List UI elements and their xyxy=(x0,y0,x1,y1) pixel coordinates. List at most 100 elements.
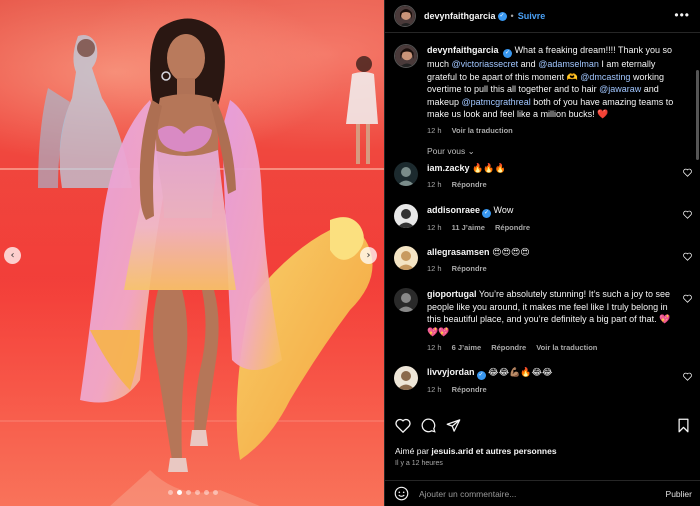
verified-badge-icon: ✓ xyxy=(497,11,507,21)
caption-mention-link[interactable]: @dmcasting xyxy=(580,72,630,82)
liked-by-suffix[interactable]: et autres personnes xyxy=(473,446,557,456)
caption-author-avatar[interactable] xyxy=(394,44,418,68)
post-side-panel: devynfaithgarcia ✓ • Suivre ••• devynfai… xyxy=(384,0,700,506)
comment-like-heart-icon[interactable] xyxy=(683,294,692,303)
commenter-avatar[interactable] xyxy=(394,246,418,270)
comment-reply-button[interactable]: Répondre xyxy=(452,384,487,397)
more-options-icon[interactable]: ••• xyxy=(674,8,690,22)
post-header: devynfaithgarcia ✓ • Suivre ••• xyxy=(385,0,700,33)
comment-text: 🔥🔥🔥 xyxy=(472,163,506,173)
caption-time: 12 h xyxy=(427,125,442,135)
caption-text: What a freaking dream!!!! Thank you so m… xyxy=(427,45,673,119)
post-timestamp: Il y a 12 heures xyxy=(395,460,443,467)
caption-row: devynfaithgarcia ✓ What a freaking dream… xyxy=(394,44,692,137)
caption-mention-link[interactable]: @adamselman xyxy=(538,59,599,69)
caption-mention-link[interactable]: @jawaraw xyxy=(599,84,641,94)
verified-badge-icon: ✓ xyxy=(476,371,486,380)
carousel-dot xyxy=(213,490,218,495)
caption-mention-link[interactable]: @patmcgrathreal xyxy=(462,97,531,107)
caption-translate-link[interactable]: Voir la traduction xyxy=(452,125,513,138)
emoji-smiley-icon[interactable] xyxy=(394,486,409,501)
author-username[interactable]: devynfaithgarcia xyxy=(424,11,496,21)
post-actions-bar xyxy=(395,418,691,436)
comment-reply-button[interactable]: Répondre xyxy=(452,179,487,192)
commenter-avatar[interactable] xyxy=(394,162,418,186)
comments-scrollbar[interactable] xyxy=(696,70,699,160)
comment-meta: 12 h 6 J’aime Répondre Voir la traduction xyxy=(427,342,679,355)
caption-mention-link[interactable]: @victoriassecret xyxy=(452,59,519,69)
comment-body: livvyjordan ✓ 😂😂💪🏽🔥😂😂 12 h Répondre xyxy=(427,366,679,397)
author-avatar[interactable] xyxy=(394,5,416,27)
commenter-avatar[interactable] xyxy=(394,204,418,228)
comment-body: gioportugal You’re absolutely stunning! … xyxy=(427,288,679,355)
instagram-post-view: ‹ › devynfaithgarcia ✓ • Suivre ••• devy… xyxy=(0,0,700,506)
caption-author-username[interactable]: devynfaithgarcia xyxy=(427,45,499,55)
comment-time: 12 h xyxy=(427,385,442,394)
carousel-next-button[interactable]: › xyxy=(360,247,377,264)
comment-bubble-icon[interactable] xyxy=(421,418,436,433)
comment-reply-button[interactable]: Répondre xyxy=(495,222,530,235)
carousel-dot xyxy=(168,490,173,495)
comment-like-heart-icon[interactable] xyxy=(683,372,692,381)
comments-scroll-area[interactable]: devynfaithgarcia ✓ What a freaking dream… xyxy=(385,34,700,410)
comment-body: addisonraee ✓ Wow 12 h 11 J’aime Répondre xyxy=(427,204,679,235)
share-paper-plane-icon[interactable] xyxy=(446,418,461,433)
caption-body: devynfaithgarcia ✓ What a freaking dream… xyxy=(427,44,679,137)
carousel-dot xyxy=(186,490,191,495)
carousel-dot xyxy=(204,490,209,495)
caption-text-segment: and xyxy=(518,59,539,69)
comment-like-heart-icon[interactable] xyxy=(683,210,692,219)
carousel-dot xyxy=(195,490,200,495)
chevron-down-icon: ⌄ xyxy=(467,146,475,156)
caption-meta: 12 h Voir la traduction xyxy=(427,125,679,138)
comment-input[interactable] xyxy=(419,488,639,499)
comment-row: livvyjordan ✓ 😂😂💪🏽🔥😂😂 12 h Répondre xyxy=(394,366,692,397)
verified-badge-icon: ✓ xyxy=(482,209,492,218)
comment-text: Wow xyxy=(493,205,514,215)
comment-row: allegrasamsen 😍😍😍😍 12 h Répondre xyxy=(394,246,692,275)
comment-meta: 12 h Répondre xyxy=(427,384,679,397)
comment-like-count[interactable]: 11 J’aime xyxy=(452,222,485,235)
comment-row: gioportugal You’re absolutely stunning! … xyxy=(394,288,692,355)
comment-like-heart-icon[interactable] xyxy=(683,252,692,261)
verified-badge-icon: ✓ xyxy=(503,49,513,58)
commenter-username[interactable]: gioportugal xyxy=(427,289,477,299)
commenter-username[interactable]: livvyjordan xyxy=(427,367,475,377)
comment-row: iam.zacky 🔥🔥🔥 12 h Répondre xyxy=(394,162,692,191)
comment-like-heart-icon[interactable] xyxy=(683,168,692,177)
carousel-dots xyxy=(168,490,218,495)
publish-comment-button[interactable]: Publier xyxy=(666,489,692,499)
commenter-username[interactable]: iam.zacky xyxy=(427,163,470,173)
comment-time: 12 h xyxy=(427,223,442,232)
like-heart-icon[interactable] xyxy=(395,418,411,433)
comment-translate-link[interactable]: Voir la traduction xyxy=(536,342,597,355)
carousel-prev-button[interactable]: ‹ xyxy=(4,247,21,264)
liked-by-summary[interactable]: Aimé par jesuis.arid et autres personnes xyxy=(395,446,557,456)
commenter-username[interactable]: allegrasamsen xyxy=(427,247,490,257)
comment-filter-dropdown[interactable]: Pour vous ⌄ xyxy=(427,146,475,157)
comment-text: 😍😍😍😍 xyxy=(492,247,530,257)
comment-reply-button[interactable]: Répondre xyxy=(452,263,487,276)
comment-text: 😂😂💪🏽🔥😂😂 xyxy=(488,367,553,377)
commenter-username[interactable]: addisonraee xyxy=(427,205,480,215)
comment-time: 12 h xyxy=(427,343,442,352)
commenter-avatar[interactable] xyxy=(394,366,418,390)
comment-meta: 12 h Répondre xyxy=(427,179,679,192)
comment-like-count[interactable]: 6 J’aime xyxy=(452,342,482,355)
carousel-dot-active xyxy=(177,490,182,495)
comment-row: addisonraee ✓ Wow 12 h 11 J’aime Répondre xyxy=(394,204,692,235)
liked-by-user[interactable]: jesuis.arid xyxy=(431,446,473,456)
comment-reply-button[interactable]: Répondre xyxy=(491,342,526,355)
post-media[interactable]: ‹ › xyxy=(0,0,384,506)
comment-filter-label: Pour vous xyxy=(427,146,466,156)
comment-meta: 12 h Répondre xyxy=(427,263,679,276)
comment-body: allegrasamsen 😍😍😍😍 12 h Répondre xyxy=(427,246,679,275)
runway-model-image xyxy=(80,18,373,506)
comment-meta: 12 h 11 J’aime Répondre xyxy=(427,222,679,235)
liked-by-prefix: Aimé par xyxy=(395,446,432,456)
add-comment-bar: Publier xyxy=(385,480,700,506)
separator-dot: • xyxy=(510,11,514,21)
save-bookmark-icon[interactable] xyxy=(677,418,690,433)
follow-button[interactable]: Suivre xyxy=(518,11,546,21)
commenter-avatar[interactable] xyxy=(394,288,418,312)
